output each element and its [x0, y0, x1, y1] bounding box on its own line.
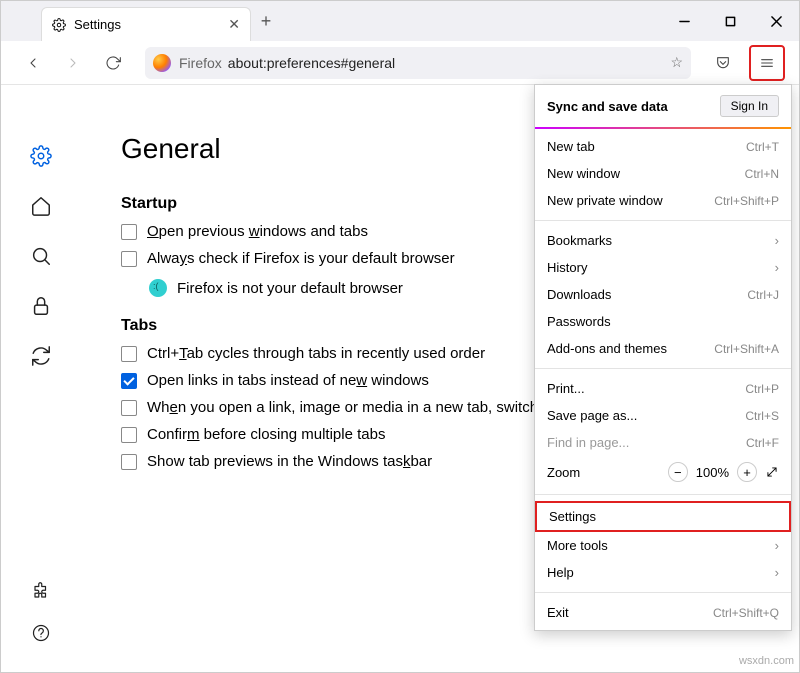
menu-history[interactable]: History›	[535, 254, 791, 281]
chevron-right-icon: ›	[775, 538, 779, 553]
chevron-right-icon: ›	[775, 565, 779, 580]
url-bar[interactable]: Firefox about:preferences#general ☆	[145, 47, 691, 79]
gear-icon	[52, 18, 66, 32]
bookmark-star-icon[interactable]: ☆	[670, 54, 683, 71]
menu-print[interactable]: Print...Ctrl+P	[535, 375, 791, 402]
app-menu-panel: Sync and save data Sign In New tabCtrl+T…	[534, 84, 792, 631]
sync-title: Sync and save data	[547, 99, 668, 114]
menu-new-private[interactable]: New private windowCtrl+Shift+P	[535, 187, 791, 214]
forward-button[interactable]	[59, 49, 87, 77]
app-menu-highlight	[749, 45, 785, 81]
checkbox-icon[interactable]	[121, 400, 137, 416]
checkbox-icon[interactable]	[121, 373, 137, 389]
home-icon[interactable]	[30, 195, 52, 217]
back-button[interactable]	[19, 49, 47, 77]
zoom-percent: 100%	[696, 465, 729, 480]
menu-bookmarks[interactable]: Bookmarks›	[535, 227, 791, 254]
menu-sync-header: Sync and save data Sign In	[535, 85, 791, 129]
privacy-icon[interactable]	[30, 295, 52, 317]
menu-downloads[interactable]: DownloadsCtrl+J	[535, 281, 791, 308]
menu-passwords[interactable]: Passwords	[535, 308, 791, 335]
extensions-icon[interactable]	[32, 582, 50, 600]
url-address: about:preferences#general	[228, 55, 395, 71]
fullscreen-icon[interactable]	[765, 465, 779, 479]
url-app-label: Firefox	[179, 55, 222, 71]
menu-help[interactable]: Help›	[535, 559, 791, 586]
zoom-in-button[interactable]: +	[737, 462, 757, 482]
firefox-logo-icon	[153, 54, 171, 72]
tab-close-icon[interactable]: ✕	[228, 16, 240, 33]
pocket-button[interactable]	[709, 49, 737, 77]
maximize-button[interactable]	[707, 1, 753, 41]
browser-tab[interactable]: Settings ✕	[41, 7, 251, 41]
chevron-right-icon: ›	[775, 233, 779, 248]
reload-button[interactable]	[99, 49, 127, 77]
toolbar: Firefox about:preferences#general ☆	[1, 41, 799, 85]
search-icon[interactable]	[30, 245, 52, 267]
chevron-right-icon: ›	[775, 260, 779, 275]
zoom-out-button[interactable]: −	[668, 462, 688, 482]
support-icon[interactable]	[32, 624, 50, 642]
menu-save-page[interactable]: Save page as...Ctrl+S	[535, 402, 791, 429]
watermark: wsxdn.com	[739, 655, 794, 667]
tab-title: Settings	[74, 17, 228, 32]
sync-icon[interactable]	[30, 345, 52, 367]
menu-new-window[interactable]: New windowCtrl+N	[535, 160, 791, 187]
checkbox-icon[interactable]	[121, 427, 137, 443]
new-tab-button[interactable]: +	[251, 1, 281, 41]
minimize-button[interactable]	[661, 1, 707, 41]
general-icon[interactable]	[30, 145, 52, 167]
checkbox-icon[interactable]	[121, 251, 137, 267]
preferences-sidebar	[1, 85, 81, 672]
sign-in-button[interactable]: Sign In	[720, 95, 779, 117]
window-controls	[661, 1, 799, 41]
menu-zoom: Zoom − 100% +	[535, 456, 791, 488]
menu-addons[interactable]: Add-ons and themesCtrl+Shift+A	[535, 335, 791, 362]
menu-new-tab[interactable]: New tabCtrl+T	[535, 133, 791, 160]
checkbox-icon[interactable]	[121, 224, 137, 240]
checkbox-icon[interactable]	[121, 346, 137, 362]
close-button[interactable]	[753, 1, 799, 41]
sad-face-icon	[149, 279, 167, 297]
menu-settings[interactable]: Settings	[535, 501, 791, 532]
menu-more-tools[interactable]: More tools›	[535, 532, 791, 559]
menu-find: Find in page...Ctrl+F	[535, 429, 791, 456]
menu-exit[interactable]: ExitCtrl+Shift+Q	[535, 599, 791, 626]
checkbox-icon[interactable]	[121, 454, 137, 470]
app-menu-button[interactable]	[753, 49, 781, 77]
titlebar: Settings ✕ +	[1, 1, 799, 41]
